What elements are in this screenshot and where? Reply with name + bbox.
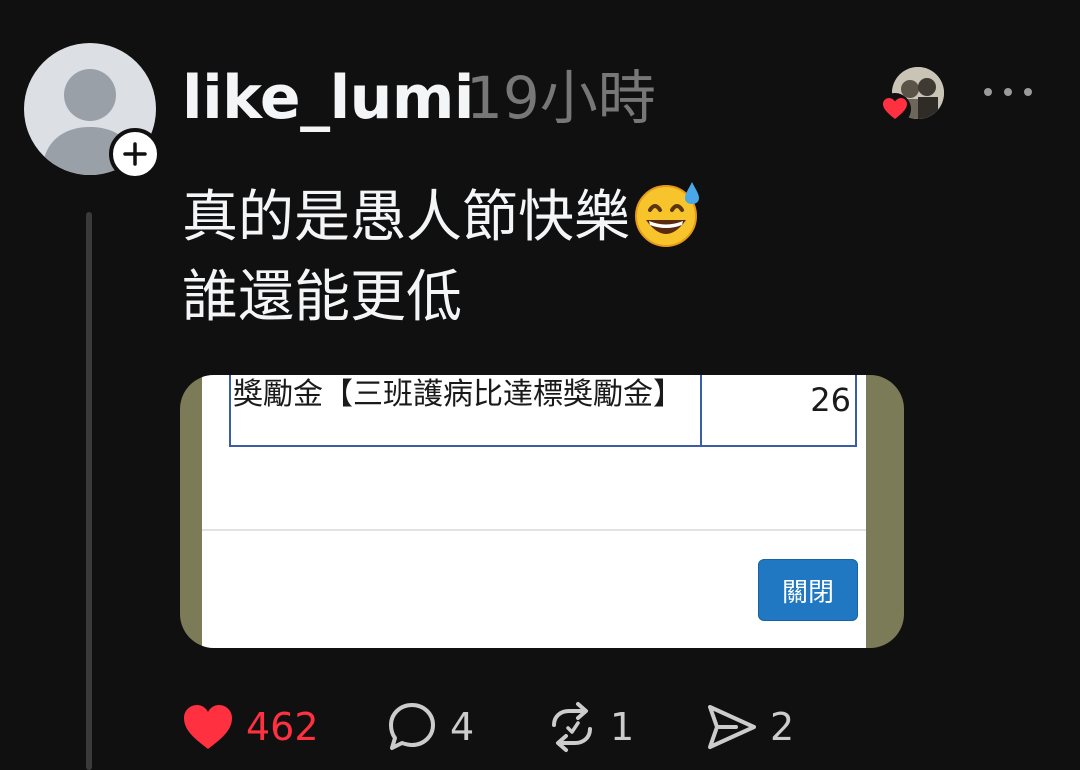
plus-icon	[123, 142, 147, 166]
screenshot-modal: 獎勵金【三班護病比達標獎勵金】 26 關閉	[202, 375, 866, 648]
repost-button[interactable]: 1	[546, 692, 634, 762]
table-divider	[700, 375, 702, 447]
repost-icon	[552, 702, 592, 752]
like-count: 462	[246, 705, 319, 749]
share-count: 2	[770, 705, 795, 749]
table-cell-label: 獎勵金【三班護病比達標獎勵金】	[233, 377, 683, 412]
more-icon-dot	[984, 88, 992, 96]
table-row: 獎勵金【三班護病比達標獎勵金】 26	[229, 375, 857, 447]
repost-count: 1	[610, 705, 635, 749]
more-icon-dot	[1004, 88, 1012, 96]
comment-icon	[389, 703, 435, 750]
heart-icon	[879, 93, 911, 125]
author-username[interactable]: like_lumi	[182, 62, 474, 134]
follow-button[interactable]	[109, 128, 161, 180]
modal-divider	[202, 529, 866, 531]
grinning-face-with-sweat-icon	[635, 182, 699, 247]
table-cell-value: 26	[810, 381, 851, 419]
more-icon-dot	[1024, 88, 1032, 96]
post-text-line-2: 誰還能更低	[182, 265, 462, 330]
post-text-line: 真的是愚人節快樂	[182, 178, 710, 258]
comment-button[interactable]: 4	[386, 692, 474, 762]
post-text-line-1: 真的是愚人節快樂	[182, 185, 630, 250]
share-button[interactable]: 2	[706, 692, 794, 762]
share-icon	[708, 705, 756, 749]
post-image[interactable]: 獎勵金【三班護病比達標獎勵金】 26 關閉	[180, 375, 904, 648]
thread-line	[86, 212, 92, 770]
more-options-button[interactable]	[984, 74, 1032, 110]
heart-icon	[184, 705, 232, 749]
modal-close-button: 關閉	[758, 559, 858, 621]
post-timestamp: 19小時	[466, 64, 656, 132]
like-button[interactable]: 462	[182, 692, 319, 762]
post-body: 真的是愚人節快樂 誰還能更低	[182, 178, 710, 338]
comment-count: 4	[450, 705, 475, 749]
post-actions: 462 4 1 2	[0, 692, 1080, 762]
